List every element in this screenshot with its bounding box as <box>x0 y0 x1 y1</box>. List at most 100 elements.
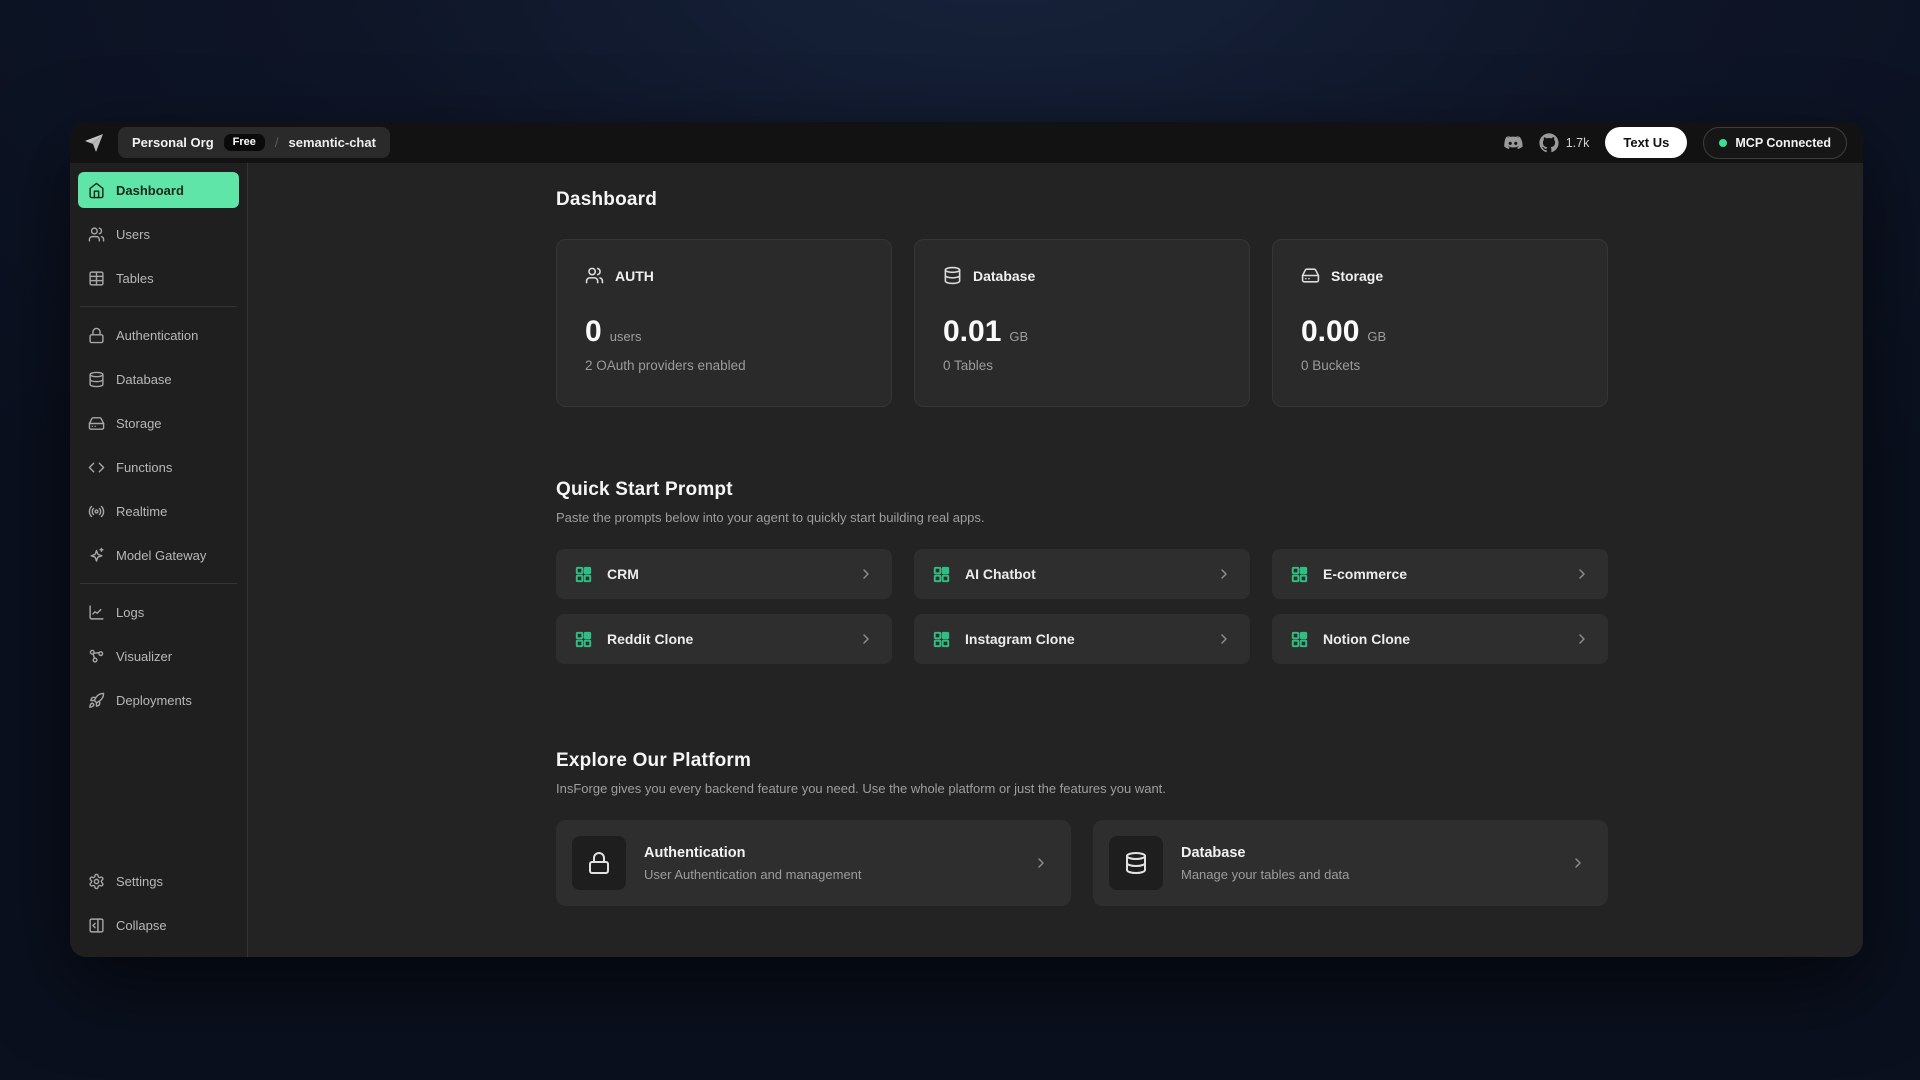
top-bar: Personal Org Free / semantic-chat 1.7k T… <box>70 122 1863 163</box>
explore-card-title: Authentication <box>644 845 862 861</box>
chevron-right-icon <box>1033 855 1049 871</box>
page-title: Dashboard <box>556 189 1608 211</box>
stat-card-auth[interactable]: AUTH 0 users 2 OAuth providers enabled <box>556 239 892 407</box>
grid-icon <box>574 565 593 584</box>
quick-start-label: E-commerce <box>1323 566 1407 582</box>
quick-start-card-ecommerce[interactable]: E-commerce <box>1272 549 1608 599</box>
lock-icon <box>88 327 105 344</box>
stat-card-label: Storage <box>1331 268 1383 284</box>
stat-unit: users <box>610 329 642 344</box>
stat-subtext: 0 Tables <box>943 358 1221 373</box>
stat-unit: GB <box>1367 329 1386 344</box>
stat-value: 0 <box>585 317 602 347</box>
explore-card-authentication[interactable]: Authentication User Authentication and m… <box>556 820 1071 906</box>
sidebar-item-label: Functions <box>116 460 172 475</box>
quick-start-title: Quick Start Prompt <box>556 479 1608 501</box>
database-icon <box>88 371 105 388</box>
explore-title: Explore Our Platform <box>556 750 1608 772</box>
grid-icon <box>574 630 593 649</box>
quick-start-label: Instagram Clone <box>965 631 1075 647</box>
quick-start-label: Reddit Clone <box>607 631 693 647</box>
quick-start-card-reddit-clone[interactable]: Reddit Clone <box>556 614 892 664</box>
stat-subtext: 2 OAuth providers enabled <box>585 358 863 373</box>
insforge-logo-icon <box>82 131 106 155</box>
explore-card-desc: Manage your tables and data <box>1181 867 1349 882</box>
stat-card-storage[interactable]: Storage 0.00 GB 0 Buckets <box>1272 239 1608 407</box>
icon-tile <box>572 836 626 890</box>
topbar-actions: 1.7k Text Us MCP Connected <box>1503 127 1847 159</box>
sidebar-item-label: Dashboard <box>116 183 184 198</box>
sidebar-item-settings[interactable]: Settings <box>78 863 239 899</box>
database-icon <box>943 266 962 285</box>
sidebar-item-tables[interactable]: Tables <box>78 260 239 296</box>
table-icon <box>88 270 105 287</box>
quick-start-subtitle: Paste the prompts below into your agent … <box>556 510 1608 525</box>
quick-start-grid: CRM AI Chatbot E-commerce <box>556 549 1608 664</box>
sidebar-item-label: Visualizer <box>116 649 172 664</box>
text-us-button[interactable]: Text Us <box>1605 127 1687 158</box>
explore-section: Explore Our Platform InsForge gives you … <box>556 750 1608 906</box>
sidebar-item-users[interactable]: Users <box>78 216 239 252</box>
sidebar-item-deployments[interactable]: Deployments <box>78 682 239 718</box>
sidebar-item-authentication[interactable]: Authentication <box>78 317 239 353</box>
discord-icon[interactable] <box>1503 133 1523 153</box>
sidebar-item-label: Settings <box>116 874 163 889</box>
stat-card-label: AUTH <box>615 268 654 284</box>
sidebar-item-dashboard[interactable]: Dashboard <box>78 172 239 208</box>
stat-card-grid: AUTH 0 users 2 OAuth providers enabled D… <box>556 239 1608 407</box>
quick-start-label: CRM <box>607 566 639 582</box>
grid-icon <box>1290 565 1309 584</box>
explore-card-database[interactable]: Database Manage your tables and data <box>1093 820 1608 906</box>
rocket-icon <box>88 692 105 709</box>
breadcrumb[interactable]: Personal Org Free / semantic-chat <box>118 127 390 158</box>
network-icon <box>88 648 105 665</box>
stat-card-label: Database <box>973 268 1035 284</box>
grid-icon <box>932 565 951 584</box>
sparkles-icon <box>88 547 105 564</box>
users-icon <box>88 226 105 243</box>
hard-drive-icon <box>1301 266 1320 285</box>
quick-start-card-ai-chatbot[interactable]: AI Chatbot <box>914 549 1250 599</box>
users-icon <box>585 266 604 285</box>
sidebar-item-functions[interactable]: Functions <box>78 449 239 485</box>
sidebar-item-label: Users <box>116 227 150 242</box>
quick-start-card-notion-clone[interactable]: Notion Clone <box>1272 614 1608 664</box>
quick-start-card-crm[interactable]: CRM <box>556 549 892 599</box>
stat-card-database[interactable]: Database 0.01 GB 0 Tables <box>914 239 1250 407</box>
lock-icon <box>587 851 611 875</box>
sidebar-item-realtime[interactable]: Realtime <box>78 493 239 529</box>
chevron-right-icon <box>1216 631 1232 647</box>
sidebar-item-label: Collapse <box>116 918 167 933</box>
stat-value: 0.01 <box>943 317 1001 347</box>
main-content: Dashboard AUTH 0 users 2 OAuth providers… <box>248 163 1863 957</box>
stat-value: 0.00 <box>1301 317 1359 347</box>
sidebar-item-storage[interactable]: Storage <box>78 405 239 441</box>
explore-grid: Authentication User Authentication and m… <box>556 820 1608 906</box>
quick-start-card-instagram-clone[interactable]: Instagram Clone <box>914 614 1250 664</box>
sidebar-item-label: Authentication <box>116 328 198 343</box>
sidebar-collapse-button[interactable]: Collapse <box>78 907 239 943</box>
github-icon[interactable] <box>1539 133 1559 153</box>
org-name[interactable]: Personal Org <box>132 135 214 150</box>
sidebar-item-visualizer[interactable]: Visualizer <box>78 638 239 674</box>
grid-icon <box>1290 630 1309 649</box>
sidebar-item-model-gateway[interactable]: Model Gateway <box>78 537 239 573</box>
quick-start-label: AI Chatbot <box>965 566 1036 582</box>
project-name[interactable]: semantic-chat <box>289 135 376 150</box>
gear-icon <box>88 873 105 890</box>
chevron-right-icon <box>858 631 874 647</box>
github-star-count: 1.7k <box>1566 136 1590 150</box>
hard-drive-icon <box>88 415 105 432</box>
sidebar-item-logs[interactable]: Logs <box>78 594 239 630</box>
sidebar-item-database[interactable]: Database <box>78 361 239 397</box>
icon-tile <box>1109 836 1163 890</box>
breadcrumb-separator: / <box>275 135 279 150</box>
sidebar-item-label: Model Gateway <box>116 548 206 563</box>
github-stars[interactable]: 1.7k <box>1539 133 1590 153</box>
stat-subtext: 0 Buckets <box>1301 358 1579 373</box>
mcp-status-pill[interactable]: MCP Connected <box>1703 127 1847 159</box>
radio-icon <box>88 503 105 520</box>
sidebar-item-label: Tables <box>116 271 154 286</box>
database-icon <box>1124 851 1148 875</box>
grid-icon <box>932 630 951 649</box>
